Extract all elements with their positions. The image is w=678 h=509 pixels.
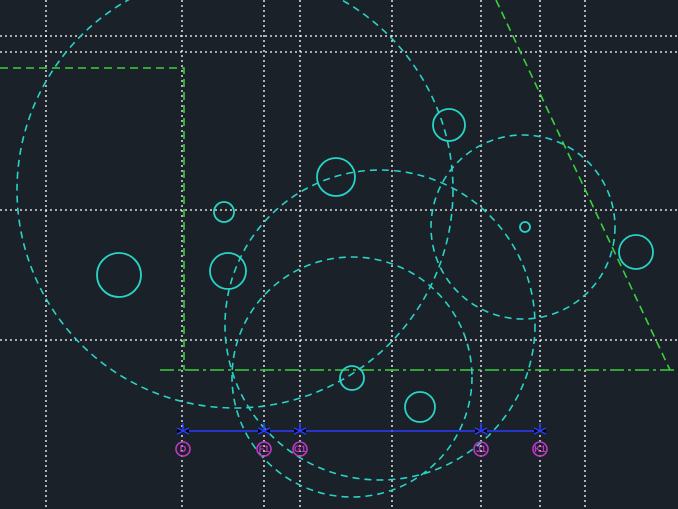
point-label: K1 — [534, 444, 546, 454]
construction-circle — [431, 135, 615, 319]
point-f1[interactable]: F1 — [257, 442, 271, 456]
circle-entity — [214, 202, 234, 222]
point-g1[interactable]: G1 — [293, 442, 307, 456]
construction-circle — [225, 170, 535, 480]
dashed-circles — [17, 0, 615, 497]
circle-entity — [619, 235, 653, 269]
construction-circle — [232, 257, 472, 497]
circle-entity — [97, 253, 141, 297]
grid-lines — [0, 0, 678, 509]
green-line — [496, 0, 670, 370]
point-label: F1 — [259, 444, 270, 454]
point-label: G1 — [294, 444, 306, 454]
point-label: D — [180, 444, 187, 454]
point-j1[interactable]: J1 — [474, 442, 488, 456]
circle-entity — [433, 109, 465, 141]
construction-circle — [17, 0, 453, 408]
point-markers[interactable]: D F1 G1 J1 K1 — [176, 442, 547, 456]
circle-entity — [210, 253, 246, 289]
cad-viewport[interactable]: D F1 G1 J1 K1 — [0, 0, 678, 509]
circle-entity — [405, 392, 435, 422]
dimension-line — [177, 423, 546, 434]
point-k1[interactable]: K1 — [533, 442, 547, 456]
point-label: J1 — [476, 444, 486, 454]
green-construction — [0, 0, 678, 370]
green-polyline — [0, 68, 184, 370]
circle-entity — [340, 366, 364, 390]
point-d[interactable]: D — [176, 442, 190, 456]
circle-entity — [520, 222, 530, 232]
